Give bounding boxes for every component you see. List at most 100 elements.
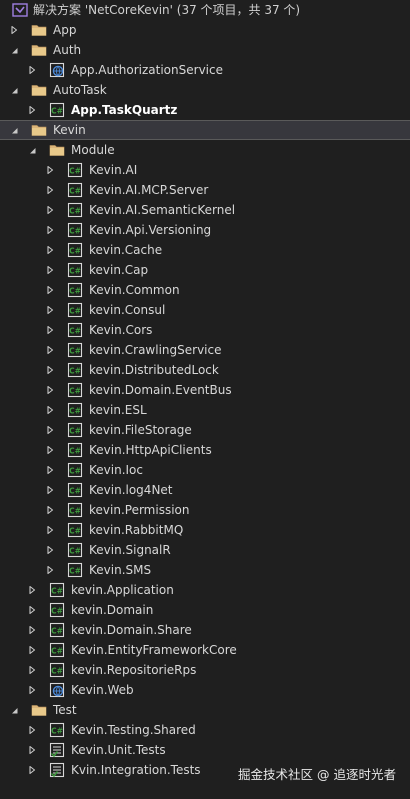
tree-item-test[interactable]: Test: [0, 700, 410, 720]
expand-chevron-right-icon[interactable]: [44, 200, 56, 220]
tree-item-kevin-ai[interactable]: C# Kevin.AI: [0, 160, 410, 180]
tree-item-kevin-repositorierps[interactable]: C# kevin.RepositorieRps: [0, 660, 410, 680]
tree-item-module[interactable]: Module: [0, 140, 410, 160]
tree-item-kevin-common[interactable]: C# Kevin.Common: [0, 280, 410, 300]
expand-chevron-right-icon[interactable]: [44, 500, 56, 520]
expand-chevron-right-icon[interactable]: [44, 260, 56, 280]
tree-item-kevin-unit-tests[interactable]: Kevin.Unit.Tests: [0, 740, 410, 760]
test-project-icon: [49, 762, 65, 778]
csharp-project-icon: C#: [49, 662, 65, 678]
expand-chevron-down-icon[interactable]: [8, 40, 20, 60]
expand-chevron-right-icon[interactable]: [26, 740, 38, 760]
expand-chevron-right-icon[interactable]: [26, 580, 38, 600]
csharp-project-icon: C#: [67, 422, 83, 438]
tree-item-kevin-domain[interactable]: C# kevin.Domain: [0, 600, 410, 620]
expand-chevron-right-icon[interactable]: [44, 540, 56, 560]
tree-item-kevin-esl[interactable]: C# kevin.ESL: [0, 400, 410, 420]
expand-chevron-right-icon[interactable]: [26, 620, 38, 640]
tree-item-kevin-ai-semantickernel[interactable]: C# Kevin.AI.SemanticKernel: [0, 200, 410, 220]
svg-text:C#: C#: [69, 427, 81, 436]
tree-item-kevin-testing-shared[interactable]: C# Kevin.Testing.Shared: [0, 720, 410, 740]
expand-chevron-right-icon[interactable]: [8, 20, 20, 40]
tree-item-kevin-permission[interactable]: C# kevin.Permission: [0, 500, 410, 520]
solution-root-row[interactable]: 解决方案 'NetCoreKevin' (37 个项目，共 37 个): [0, 0, 410, 20]
tree-item-kevin[interactable]: Kevin: [0, 120, 410, 140]
tree-item-app-authorizationservice[interactable]: App.AuthorizationService: [0, 60, 410, 80]
tree-item-kevin-sms[interactable]: C# Kevin.SMS: [0, 560, 410, 580]
expand-chevron-right-icon[interactable]: [44, 180, 56, 200]
tree-item-kevin-filestorage[interactable]: C# kevin.FileStorage: [0, 420, 410, 440]
tree-item-auth[interactable]: Auth: [0, 40, 410, 60]
tree-item-kevin-distributedlock[interactable]: C# kevin.DistributedLock: [0, 360, 410, 380]
tree-item-kevin-rabbitmq[interactable]: C# kevin.RabbitMQ: [0, 520, 410, 540]
tree-item-kevin-ai-mcp-server[interactable]: C# Kevin.AI.MCP.Server: [0, 180, 410, 200]
tree-item-label: kevin.DistributedLock: [89, 363, 219, 377]
tree-item-app[interactable]: App: [0, 20, 410, 40]
folder-icon: [31, 702, 47, 718]
expand-chevron-down-icon[interactable]: [8, 80, 20, 100]
tree-item-label: Kevin.AI.MCP.Server: [89, 183, 209, 197]
expand-chevron-right-icon[interactable]: [44, 400, 56, 420]
tree-item-kevin-application[interactable]: C# kevin.Application: [0, 580, 410, 600]
expand-chevron-right-icon[interactable]: [44, 300, 56, 320]
tree-item-kevin-crawlingservice[interactable]: C# kevin.CrawlingService: [0, 340, 410, 360]
expand-chevron-right-icon[interactable]: [44, 380, 56, 400]
tree-item-kevin-cap[interactable]: C# kevin.Cap: [0, 260, 410, 280]
expand-chevron-right-icon[interactable]: [44, 340, 56, 360]
csharp-project-icon: C#: [49, 642, 65, 658]
expand-chevron-right-icon[interactable]: [26, 600, 38, 620]
svg-text:C#: C#: [51, 627, 63, 636]
expand-chevron-right-icon[interactable]: [44, 460, 56, 480]
expand-chevron-right-icon[interactable]: [26, 660, 38, 680]
expand-chevron-right-icon[interactable]: [44, 360, 56, 380]
tree-item-kevin-signalr[interactable]: C# Kevin.SignalR: [0, 540, 410, 560]
expand-chevron-right-icon[interactable]: [26, 720, 38, 740]
tree-item-kevin-log4net[interactable]: C# Kevin.log4Net: [0, 480, 410, 500]
tree-item-label: kevin.ESL: [89, 403, 147, 417]
tree-item-kevin-cors[interactable]: C# Kevin.Cors: [0, 320, 410, 340]
svg-text:C#: C#: [51, 107, 63, 116]
svg-text:C#: C#: [69, 327, 81, 336]
folder-icon: [31, 122, 47, 138]
svg-text:C#: C#: [69, 567, 81, 576]
tree-item-kevin-domain-eventbus[interactable]: C# kevin.Domain.EventBus: [0, 380, 410, 400]
tree-item-label: Auth: [53, 43, 82, 57]
expand-chevron-right-icon[interactable]: [26, 640, 38, 660]
expand-chevron-down-icon[interactable]: [8, 120, 20, 140]
expand-chevron-right-icon[interactable]: [44, 520, 56, 540]
expand-chevron-right-icon[interactable]: [26, 760, 38, 780]
expand-chevron-right-icon[interactable]: [44, 220, 56, 240]
expand-chevron-right-icon[interactable]: [44, 240, 56, 260]
csharp-project-icon: C#: [67, 502, 83, 518]
svg-text:C#: C#: [69, 387, 81, 396]
expand-chevron-right-icon[interactable]: [44, 160, 56, 180]
tree-item-kevin-cache[interactable]: C# kevin.Cache: [0, 240, 410, 260]
tree-item-autotask[interactable]: AutoTask: [0, 80, 410, 100]
expand-chevron-right-icon[interactable]: [26, 100, 38, 120]
expand-chevron-right-icon[interactable]: [26, 60, 38, 80]
tree-item-label: Kevin.Unit.Tests: [71, 743, 166, 757]
expand-chevron-right-icon[interactable]: [44, 440, 56, 460]
tree-item-kevin-domain-share[interactable]: C# kevin.Domain.Share: [0, 620, 410, 640]
expand-chevron-right-icon[interactable]: [44, 280, 56, 300]
tree-item-kevin-httpapiclients[interactable]: C# Kevin.HttpApiClients: [0, 440, 410, 460]
expand-chevron-right-icon[interactable]: [44, 560, 56, 580]
expand-chevron-down-icon[interactable]: [8, 700, 20, 720]
tree-item-kevin-entityframeworkcore[interactable]: C# Kevin.EntityFrameworkCore: [0, 640, 410, 660]
folder-icon: [31, 82, 47, 98]
expand-chevron-right-icon[interactable]: [26, 680, 38, 700]
expand-chevron-right-icon[interactable]: [44, 480, 56, 500]
csharp-project-icon: C#: [49, 102, 65, 118]
csharp-project-icon: C#: [49, 622, 65, 638]
tree-item-kevin-consul[interactable]: C# kevin.Consul: [0, 300, 410, 320]
tree-item-kevin-web[interactable]: Kevin.Web: [0, 680, 410, 700]
tree-item-kevin-ioc[interactable]: C# Kevin.Ioc: [0, 460, 410, 480]
tree-item-kevin-api-versioning[interactable]: C# Kevin.Api.Versioning: [0, 220, 410, 240]
expand-chevron-right-icon[interactable]: [44, 420, 56, 440]
folder-icon: [49, 142, 65, 158]
svg-text:C#: C#: [51, 727, 63, 736]
csharp-project-icon: C#: [67, 382, 83, 398]
expand-chevron-down-icon[interactable]: [26, 140, 38, 160]
expand-chevron-right-icon[interactable]: [44, 320, 56, 340]
tree-item-app-taskquartz[interactable]: C# App.TaskQuartz: [0, 100, 410, 120]
